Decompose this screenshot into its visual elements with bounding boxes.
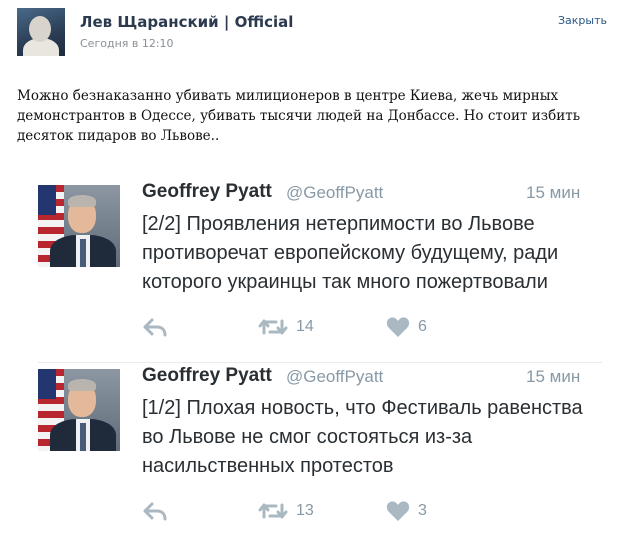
retweet-icon bbox=[258, 317, 288, 337]
author-avatar[interactable] bbox=[17, 8, 65, 56]
like-count: 6 bbox=[418, 318, 427, 335]
heart-icon bbox=[386, 500, 410, 522]
tweet-author-handle[interactable]: @GeoffPyatt bbox=[286, 367, 383, 387]
tweet-author-name[interactable]: Geoffrey Pyatt bbox=[142, 181, 272, 203]
tweet-timestamp[interactable]: 15 мин bbox=[526, 367, 580, 387]
tweet-actions: 14 6 bbox=[142, 315, 562, 339]
retweet-button[interactable]: 14 bbox=[258, 315, 314, 339]
tweet-text: [1/2] Плохая новость, что Фестиваль раве… bbox=[142, 397, 583, 477]
reply-button[interactable] bbox=[142, 315, 168, 339]
author-name[interactable]: Лев Щаранский | Official bbox=[80, 13, 293, 31]
tweet-avatar[interactable] bbox=[38, 185, 120, 267]
tweet-avatar[interactable] bbox=[38, 369, 120, 451]
retweet-button[interactable]: 13 bbox=[258, 499, 314, 523]
retweet-icon bbox=[258, 501, 288, 521]
reply-button[interactable] bbox=[142, 499, 168, 523]
like-button[interactable]: 6 bbox=[386, 315, 427, 339]
post-header: Лев Щаранский | Official Сегодня в 12:10… bbox=[0, 0, 620, 70]
like-button[interactable]: 3 bbox=[386, 499, 427, 523]
post-timestamp[interactable]: Сегодня в 12:10 bbox=[80, 37, 174, 50]
tweet-text: [2/2] Проявления нетерпимости во Львове … bbox=[142, 213, 559, 293]
retweet-count: 13 bbox=[296, 502, 314, 519]
tweet-author-handle[interactable]: @GeoffPyatt bbox=[286, 183, 383, 203]
like-count: 3 bbox=[418, 502, 427, 519]
retweet-count: 14 bbox=[296, 318, 314, 335]
tweet-actions: 13 3 bbox=[142, 499, 562, 523]
close-button[interactable]: Закрыть bbox=[558, 14, 607, 27]
tweet-author-name[interactable]: Geoffrey Pyatt bbox=[142, 365, 272, 387]
tweet-timestamp[interactable]: 15 мин bbox=[526, 183, 580, 203]
heart-icon bbox=[386, 316, 410, 338]
post-text: Можно безнаказанно убивать милиционеров … bbox=[17, 88, 581, 144]
embedded-tweet: Geoffrey Pyatt @GeoffPyatt 15 мин [1/2] … bbox=[38, 363, 598, 543]
embedded-tweet: Geoffrey Pyatt @GeoffPyatt 15 мин [2/2] … bbox=[38, 179, 598, 359]
reply-icon bbox=[142, 317, 168, 337]
reply-icon bbox=[142, 501, 168, 521]
